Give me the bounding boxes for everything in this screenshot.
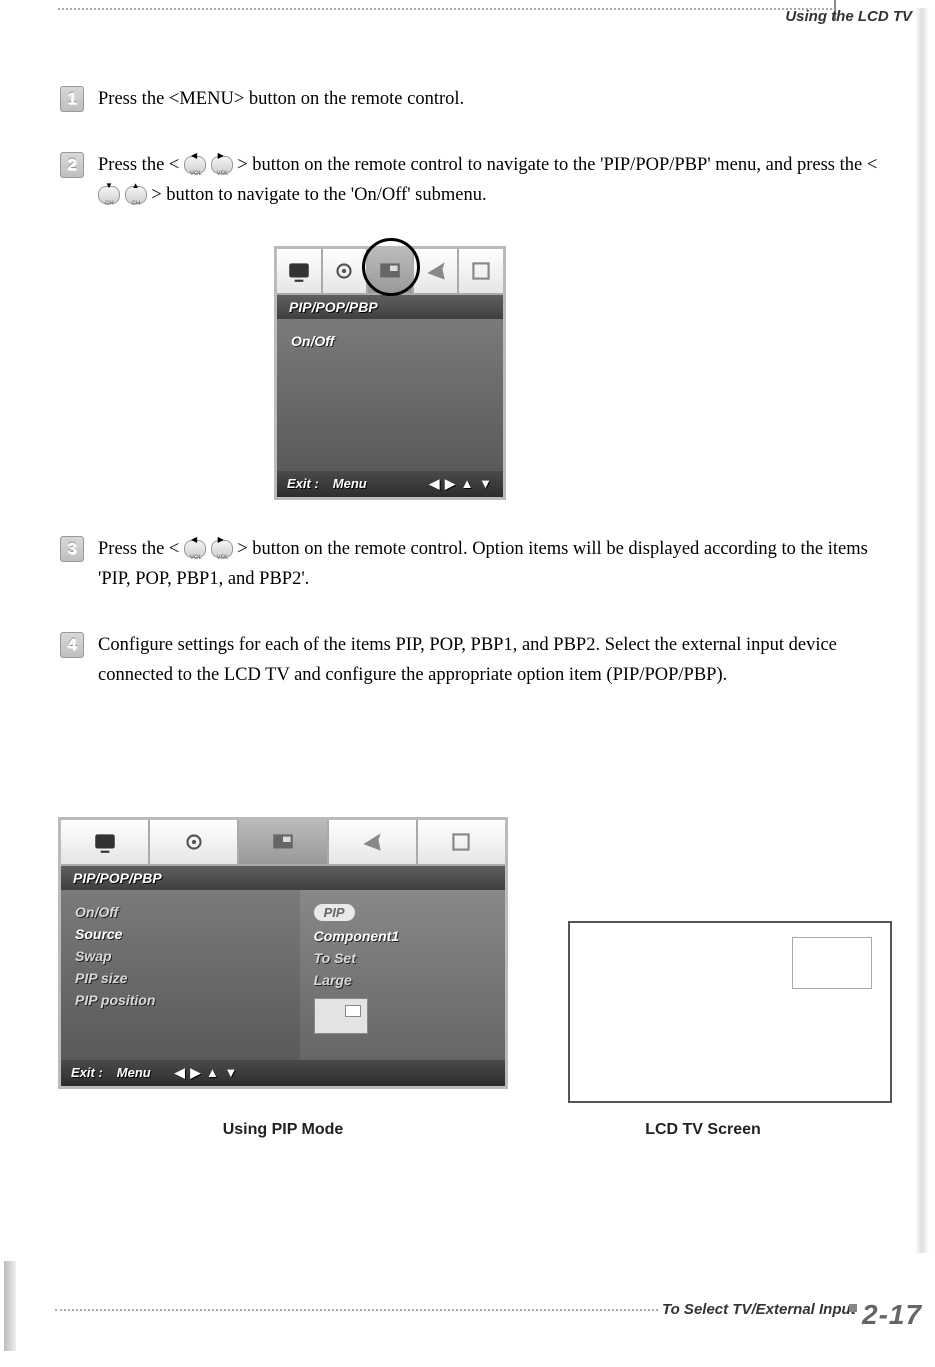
osd-tab-row [61, 820, 505, 866]
step-2-text-b: > button on the remote control to naviga… [237, 155, 877, 175]
vol-right-icon [211, 540, 233, 558]
osd-tab-tv-icon [277, 249, 323, 293]
osd-pill-pip: PIP [314, 904, 355, 921]
osd-right-item: PIP [314, 904, 491, 922]
step-number: 1 [60, 86, 84, 112]
osd-item-onoff: On/Off [291, 333, 489, 349]
bottom-figure-row: PIP/POP/PBP On/Off Source Swap PIP size … [58, 817, 898, 1139]
step-3: 3 Press the < > button on the remote con… [60, 534, 885, 594]
vol-left-icon [184, 156, 206, 174]
caption-right: LCD TV Screen [508, 1121, 898, 1139]
pip-inset [792, 937, 872, 989]
ch-down-icon [98, 186, 120, 204]
osd-footer: Exit : Menu ◀ ▶ ▲ ▼ [277, 471, 503, 497]
figure-captions: Using PIP Mode LCD TV Screen [58, 1121, 898, 1139]
steps-container: 1 Press the <MENU> button on the remote … [60, 84, 885, 726]
osd-right-item: Component1 [314, 928, 491, 944]
osd-left-item: PIP size [75, 970, 300, 986]
vol-left-icon [184, 540, 206, 558]
osd-footer-exit: Exit : [287, 471, 319, 497]
osd-footer-menu: Menu [117, 1060, 151, 1086]
osd-tab-other-icon [418, 820, 505, 864]
lcd-screen-preview [568, 921, 892, 1103]
top-dotted-rule [58, 8, 832, 10]
osd-body: On/Off Source Swap PIP size PIP position… [61, 890, 505, 1060]
osd-tab-setup-icon [323, 249, 369, 293]
osd-menu-1: PIP/POP/PBP On/Off Exit : Menu ◀ ▶ ▲ ▼ [274, 246, 506, 500]
osd-tab-other-icon [459, 249, 503, 293]
osd-menu-2: PIP/POP/PBP On/Off Source Swap PIP size … [58, 817, 508, 1089]
step-3-text-a: Press the < [98, 539, 179, 559]
osd-left-item: Source [75, 926, 300, 942]
right-gutter [915, 8, 929, 1253]
section-header-label: Using the LCD TV [785, 8, 912, 25]
osd-tab-pip-icon [368, 249, 414, 293]
step-2: 2 Press the < > button on the remote con… [60, 150, 885, 210]
osd-footer-exit: Exit : [71, 1060, 103, 1086]
osd-frame: PIP/POP/PBP On/Off Exit : Menu ◀ ▶ ▲ ▼ [274, 246, 506, 500]
step-number: 4 [60, 632, 84, 658]
osd-left-item: On/Off [75, 904, 300, 920]
osd-footer-arrows: ◀ ▶ ▲ ▼ [175, 1060, 239, 1086]
osd-right-item: Large [314, 972, 491, 988]
osd-tab-pip-icon [239, 820, 328, 864]
step-4: 4 Configure settings for each of the ite… [60, 630, 885, 690]
osd-body: On/Off [277, 319, 503, 471]
osd-tab-row [277, 249, 503, 295]
osd-footer-menu: Menu [333, 471, 367, 497]
osd-footer: Exit : Menu ◀ ▶ ▲ ▼ [61, 1060, 505, 1086]
osd-title: PIP/POP/PBP [277, 295, 503, 319]
osd-tab-audio-icon [329, 820, 418, 864]
ch-up-icon [125, 186, 147, 204]
step-4-text: Configure settings for each of the items… [98, 630, 885, 690]
osd-left-item: Swap [75, 948, 300, 964]
osd-tab-audio-icon [414, 249, 460, 293]
page-number: 2-17 [862, 1299, 922, 1331]
osd-footer-arrows: ◀ ▶ ▲ ▼ [429, 471, 493, 497]
bottom-dotted-rule [55, 1309, 658, 1311]
step-2-text: Press the < > button on the remote contr… [98, 150, 885, 210]
step-number: 3 [60, 536, 84, 562]
pip-position-thumb [314, 998, 368, 1034]
footer-section-label: To Select TV/External Input [662, 1301, 856, 1318]
osd-title: PIP/POP/PBP [61, 866, 505, 890]
step-1: 1 Press the <MENU> button on the remote … [60, 84, 885, 114]
osd-tab-setup-icon [150, 820, 239, 864]
step-1-text: Press the <MENU> button on the remote co… [98, 84, 464, 114]
caption-left: Using PIP Mode [58, 1121, 508, 1139]
osd-right-item: To Set [314, 950, 491, 966]
osd-left-item: PIP position [75, 992, 300, 1008]
osd-tab-tv-icon [61, 820, 150, 864]
step-number: 2 [60, 152, 84, 178]
vol-right-icon [211, 156, 233, 174]
footer-bullet [849, 1304, 857, 1312]
step-3-text: Press the < > button on the remote contr… [98, 534, 885, 594]
left-gutter-bar [4, 1261, 16, 1351]
manual-page: { "header": { "section_label": "Using th… [0, 0, 935, 1367]
